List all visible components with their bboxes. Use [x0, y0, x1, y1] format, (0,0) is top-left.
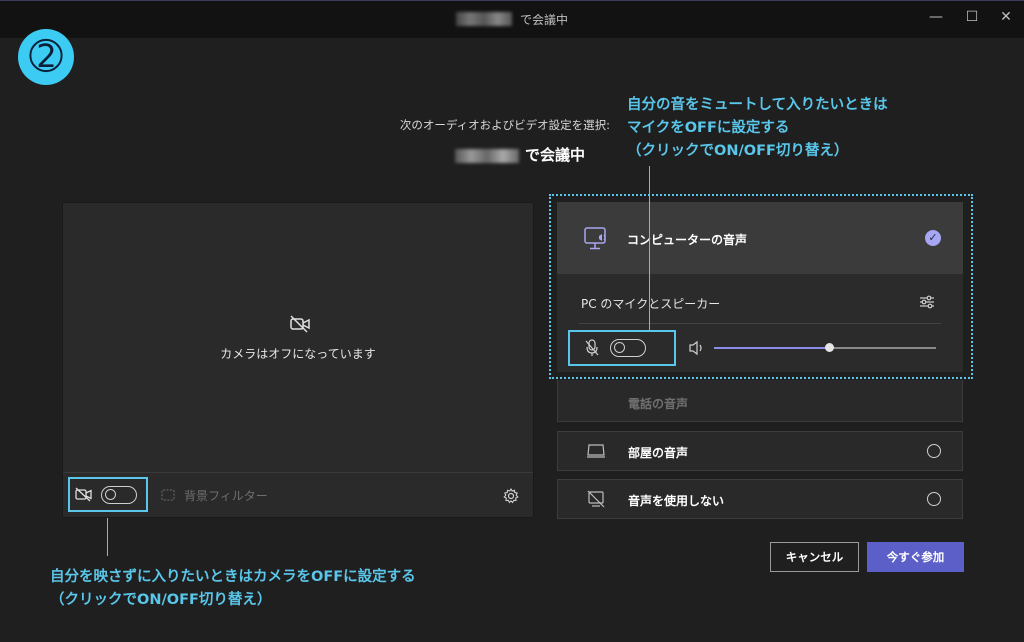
- camera-off-message: カメラはオフになっています: [220, 347, 376, 361]
- audio-option-label: 音声を使用しない: [628, 494, 725, 508]
- step-number-badge: ➁: [18, 29, 74, 85]
- audio-option-label: 電話の音声: [628, 397, 689, 411]
- mic-annotation: 自分の音をミュートして入りたいときは マイクをOFFに設定する （クリックでON…: [627, 94, 888, 163]
- radio-button[interactable]: [927, 444, 941, 458]
- toggle-knob: [105, 489, 116, 500]
- camera-off-icon: [290, 315, 310, 333]
- join-now-button[interactable]: 今すぐ参加: [867, 542, 964, 572]
- background-filter-icon: [161, 489, 175, 501]
- meeting-status: で会議中: [524, 146, 585, 164]
- mic-settings-highlight: [549, 194, 973, 379]
- audio-option-none[interactable]: 音声を使用しない: [557, 479, 963, 519]
- minimize-button[interactable]: —: [926, 9, 946, 25]
- audio-option-label: 部屋の音声: [628, 446, 689, 460]
- annotation-line: 自分の音をミュートして入りたいときは: [627, 97, 888, 113]
- camera-toggle[interactable]: [101, 486, 137, 504]
- video-preview-panel: カメラはオフになっています 背景フィルター: [62, 202, 534, 518]
- annotation-line: マイクをOFFに設定する: [627, 120, 790, 136]
- radio-button[interactable]: [927, 492, 941, 506]
- room-icon: [587, 444, 605, 458]
- camera-off-icon: [75, 487, 92, 502]
- no-audio-icon: [587, 490, 605, 508]
- cancel-button[interactable]: キャンセル: [770, 542, 859, 572]
- annotation-line: （クリックでON/OFF切り替え）: [50, 592, 272, 608]
- gear-icon[interactable]: [503, 488, 519, 504]
- meeting-heading: で会議中: [410, 144, 585, 165]
- blurred-meeting-name: [456, 12, 512, 26]
- settings-prompt: 次のオーディオおよびビデオ設定を選択:: [399, 118, 610, 132]
- audio-option-room[interactable]: 部屋の音声: [557, 431, 963, 471]
- background-filter-button[interactable]: 背景フィルター: [184, 487, 268, 504]
- video-controls-bar: 背景フィルター: [63, 472, 533, 517]
- camera-annotation-pointer: [107, 518, 108, 556]
- title-bar: で会議中 — ☐ ✕: [0, 0, 1024, 38]
- close-button[interactable]: ✕: [996, 9, 1016, 25]
- blurred-meeting-name: [454, 148, 519, 163]
- window-title: で会議中: [520, 13, 569, 27]
- annotation-line: （クリックでON/OFF切り替え）: [627, 143, 849, 159]
- audio-option-phone[interactable]: 電話の音声: [557, 380, 963, 422]
- mic-annotation-pointer: [649, 166, 650, 330]
- maximize-button[interactable]: ☐: [962, 9, 982, 25]
- camera-annotation: 自分を映さずに入りたいときはカメラをOFFに設定する （クリックでON/OFF切…: [50, 566, 416, 612]
- annotation-line: 自分を映さずに入りたいときはカメラをOFFに設定する: [50, 569, 416, 585]
